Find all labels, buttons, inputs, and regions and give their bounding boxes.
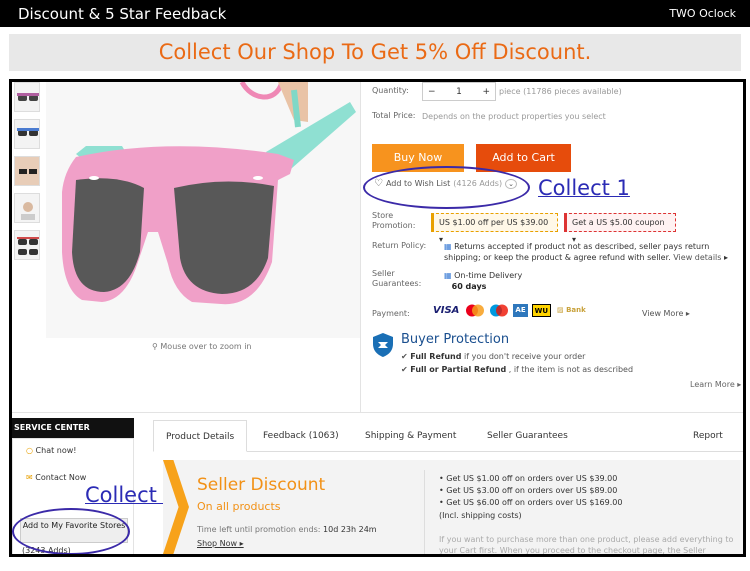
store-coupon-1[interactable]: US $1.00 off per US $39.00 ▾: [431, 213, 558, 244]
contact-now-text: Contact Now: [35, 473, 87, 482]
view-details-link[interactable]: View details: [673, 253, 721, 262]
view-more-text: View More: [642, 309, 684, 318]
delivery-days: 60 days: [451, 282, 487, 291]
shield-icon: [373, 333, 393, 357]
timer-value: 10d 23h 24m: [323, 525, 377, 534]
quantity-label: Quantity:: [372, 86, 409, 95]
discount-tier: • Get US $3.00 off on orders over US $89…: [439, 486, 618, 495]
view-more-payment[interactable]: View More ▸: [642, 309, 690, 318]
bp-line-1: ✔ Full Refund if you don't receive your …: [401, 352, 586, 361]
return-text: Returns accepted if product not as descr…: [444, 242, 710, 262]
maestro-icon: [490, 304, 509, 317]
collect-2-highlight: [12, 508, 130, 554]
bp-line-2-bold: Full or Partial Refund: [410, 365, 507, 374]
discount-tiers: • Get US $1.00 off on orders over US $39…: [439, 473, 622, 522]
thumbnail[interactable]: [14, 82, 40, 112]
learn-more-text: Learn More: [690, 380, 735, 389]
page-title: Discount & 5 Star Feedback: [18, 4, 227, 23]
promotion-timer: Time left until promotion ends: 10d 23h …: [197, 525, 377, 534]
bp-line-1-rest: if you don't receive your order: [461, 352, 586, 361]
discount-tier-text: Get US $3.00 off on orders over US $89.0…: [446, 486, 618, 495]
zoom-hint: ⚲ Mouse over to zoom in: [152, 342, 252, 351]
discount-note: If you want to purchase more than one pr…: [439, 535, 734, 555]
discount-banner: Collect Our Shop To Get 5% Off Discount.: [9, 34, 741, 71]
total-price-label: Total Price:: [372, 111, 416, 120]
buyer-protection-title: Buyer Protection: [401, 332, 510, 347]
contact-now-link[interactable]: ✉ Contact Now: [26, 473, 86, 482]
delivery-icon: ▦: [444, 271, 452, 280]
thumbnail[interactable]: [14, 193, 40, 223]
shop-now-link[interactable]: Shop Now ▸: [197, 539, 244, 548]
visa-icon: VISA: [433, 305, 460, 316]
on-time-delivery: On-time Delivery: [454, 271, 523, 280]
mail-icon: ✉: [26, 473, 33, 482]
thumbnail[interactable]: [14, 156, 40, 186]
tab-seller-guarantees[interactable]: Seller Guarantees: [475, 420, 580, 452]
plus-button[interactable]: +: [482, 87, 490, 97]
store-screenshot-frame: ⚲ Mouse over to zoom in Quantity: − 1 + …: [9, 79, 746, 557]
amex-icon: AE: [513, 304, 528, 317]
shipping-note: (Incl. shipping costs): [439, 511, 522, 520]
collect-1-highlight: [363, 166, 530, 209]
bp-line-2-rest: , if the item is not as described: [506, 365, 634, 374]
discount-tier-text: Get US $1.00 off on orders over US $39.0…: [446, 474, 618, 483]
quantity-stepper[interactable]: − 1 +: [422, 82, 496, 101]
divider: [424, 470, 425, 554]
return-icon: ▦: [444, 242, 452, 251]
add-to-cart-button[interactable]: Add to Cart: [476, 144, 571, 172]
zoom-hint-text: Mouse over to zoom in: [160, 342, 252, 351]
coupon-2-text: Get a US $5.00 coupon: [572, 218, 665, 227]
learn-more-link[interactable]: Learn More ▸: [690, 380, 741, 389]
bp-line-2: ✔ Full or Partial Refund , if the item i…: [401, 365, 634, 374]
tab-feedback[interactable]: Feedback (1063): [251, 420, 351, 452]
top-bar: Discount & 5 Star Feedback TWO Oclock: [0, 0, 750, 27]
bp-line-1-bold: Full Refund: [410, 352, 462, 361]
tab-product-details[interactable]: Product Details: [153, 420, 248, 452]
thumbnail[interactable]: [14, 230, 40, 260]
seller-guarantees-label: Seller Guarantees:: [372, 269, 422, 288]
discount-tier: • Get US $1.00 off on orders over US $39…: [439, 474, 618, 483]
mastercard-icon: [466, 304, 485, 317]
coupon-1-text: US $1.00 off per US $39.00: [439, 218, 549, 227]
western-union-icon: WU: [531, 304, 552, 317]
tab-shipping-payment[interactable]: Shipping & Payment: [353, 420, 468, 452]
service-center-title: SERVICE CENTER: [12, 418, 134, 438]
discount-tier: • Get US $6.00 off on orders over US $16…: [439, 498, 623, 507]
store-promotion-label: Store Promotion:: [372, 211, 416, 230]
seller-discount-subtitle: On all products: [197, 500, 281, 513]
payment-label: Payment:: [372, 309, 410, 318]
timer-label: Time left until promotion ends:: [197, 525, 321, 534]
report-item-link[interactable]: Report item: [681, 420, 743, 473]
quantity-note: piece (11786 pieces available): [499, 87, 622, 96]
bank-transfer-icon: ▨ Bank: [557, 306, 586, 314]
brand-name: TWO Oclock: [669, 7, 736, 20]
divider: [360, 82, 361, 412]
minus-button[interactable]: −: [428, 87, 436, 97]
quantity-value[interactable]: 1: [456, 87, 462, 97]
shop-now-text: Shop Now: [197, 539, 238, 548]
discount-tier-text: Get US $6.00 off on orders over US $169.…: [446, 498, 623, 507]
return-policy: ▦ Returns accepted if product not as des…: [444, 242, 728, 262]
chat-icon: ○: [26, 446, 33, 455]
seller-discount-title: Seller Discount: [197, 475, 326, 495]
thumbnail-strip: [14, 82, 40, 267]
thumbnail[interactable]: [14, 119, 40, 149]
total-price-value: Depends on the product properties you se…: [422, 112, 606, 121]
divider: [12, 412, 743, 413]
product-image[interactable]: [46, 82, 360, 338]
product-tabs: Product Details Feedback (1063) Shipping…: [153, 420, 743, 473]
store-coupon-2[interactable]: Get a US $5.00 coupon ▾: [564, 213, 676, 244]
collect-1-annotation: Collect 1: [538, 176, 630, 200]
return-policy-label: Return Policy:: [372, 241, 427, 250]
guarantee-info: ▦ On-time Delivery 60 days: [444, 270, 522, 292]
chat-now-text: Chat now!: [35, 446, 77, 455]
chat-now-link[interactable]: ○ Chat now!: [26, 446, 76, 455]
payment-methods: VISA AE WU ▨ Bank: [431, 304, 588, 317]
